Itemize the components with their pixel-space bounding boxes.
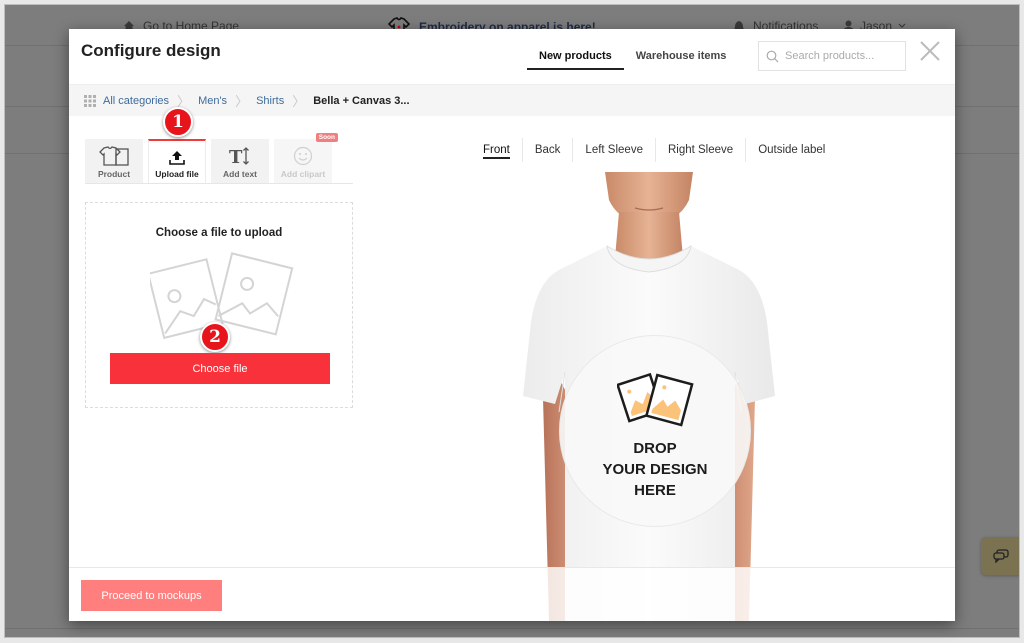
search-icon [766, 50, 779, 62]
drop-text-line: HERE [634, 482, 676, 499]
breadcrumb-shirts[interactable]: Shirts [256, 95, 284, 107]
tab-warehouse-items[interactable]: Warehouse items [624, 47, 739, 70]
breadcrumb-all-categories[interactable]: All categories [103, 95, 169, 107]
tab-new-products[interactable]: New products [527, 47, 624, 70]
view-tab-label: Left Sleeve [585, 144, 643, 156]
drop-text-line: YOUR DESIGN [602, 461, 708, 478]
tool-tab-add-clipart: Soon Add clipart [274, 133, 338, 183]
upload-panel: Choose a file to upload 2 Choose file [85, 202, 353, 408]
tshirt-icon [99, 146, 129, 166]
tool-tab-product[interactable]: Product [85, 139, 143, 183]
upload-title: Choose a file to upload [155, 227, 283, 239]
text-resize-icon: T [229, 147, 249, 166]
close-button[interactable] [919, 40, 941, 62]
breadcrumb-mens[interactable]: Men's [198, 95, 227, 107]
close-icon [920, 41, 940, 61]
tool-tab-label: Product [97, 169, 131, 179]
view-tab-front[interactable]: Front [475, 139, 518, 161]
configure-design-modal: Configure design New products Warehouse … [69, 29, 955, 621]
search-input[interactable] [785, 50, 900, 62]
tab-divider [572, 138, 574, 162]
drop-images-icon [617, 372, 694, 427]
tab-divider [654, 138, 656, 162]
tool-tab-label: Add text [223, 169, 257, 179]
tool-tab-add-text[interactable]: T Add text [211, 139, 269, 183]
grid-icon [84, 94, 96, 107]
svg-text:T: T [229, 147, 243, 166]
step-badge-1: 1 [163, 107, 193, 137]
view-tab-right-sleeve[interactable]: Right Sleeve [660, 139, 741, 161]
print-area-tabs: Front Back Left Sleeve Right Sleeve Outs… [475, 138, 833, 162]
tab-divider [745, 138, 747, 162]
breadcrumb-current: Bella + Canvas 3... [313, 94, 410, 107]
view-tab-outside-label[interactable]: Outside label [750, 139, 833, 161]
drop-text-line: DROP [633, 440, 677, 457]
tool-tabs-divider [85, 183, 353, 184]
modal-footer: Proceed to mockups [69, 567, 955, 621]
step-badge-2: 2 [200, 322, 230, 352]
tool-tab-label: Add clipart [280, 169, 326, 179]
tool-tab-label: Upload file [155, 169, 199, 179]
modal-title: Configure design [81, 41, 221, 60]
view-tab-label: Front [483, 144, 510, 159]
drop-design-text: DROP YOUR DESIGN HERE [559, 438, 751, 501]
search-products-field[interactable] [758, 41, 906, 71]
chat-button[interactable] [981, 537, 1019, 575]
proceed-to-mockups-button[interactable]: Proceed to mockups [81, 580, 222, 611]
breadcrumb: All categories 〉 Men's 〉 Shirts 〉 Bella … [69, 84, 955, 116]
soon-badge: Soon [315, 133, 338, 142]
view-tab-left-sleeve[interactable]: Left Sleeve [577, 139, 651, 161]
view-tab-back[interactable]: Back [527, 139, 569, 161]
view-tab-label: Outside label [758, 144, 826, 156]
tool-tab-upload-file[interactable]: Upload file [148, 139, 206, 183]
chat-icon [993, 549, 1009, 563]
smiley-icon [293, 146, 313, 166]
product-source-tabs: New products Warehouse items [527, 47, 738, 70]
breadcrumb-separator: 〉 [235, 94, 249, 109]
design-tool-tabs: Product Upload file T Add text Soon Add … [85, 133, 338, 183]
tab-divider [521, 138, 523, 162]
upload-icon [169, 151, 185, 165]
breadcrumb-separator: 〉 [292, 94, 306, 109]
choose-file-button[interactable]: Choose file [110, 353, 330, 384]
view-tab-label: Right Sleeve [667, 144, 734, 156]
view-tab-label: Back [534, 144, 561, 156]
background-divider [5, 628, 1019, 629]
modal-header: Configure design New products Warehouse … [69, 29, 955, 84]
